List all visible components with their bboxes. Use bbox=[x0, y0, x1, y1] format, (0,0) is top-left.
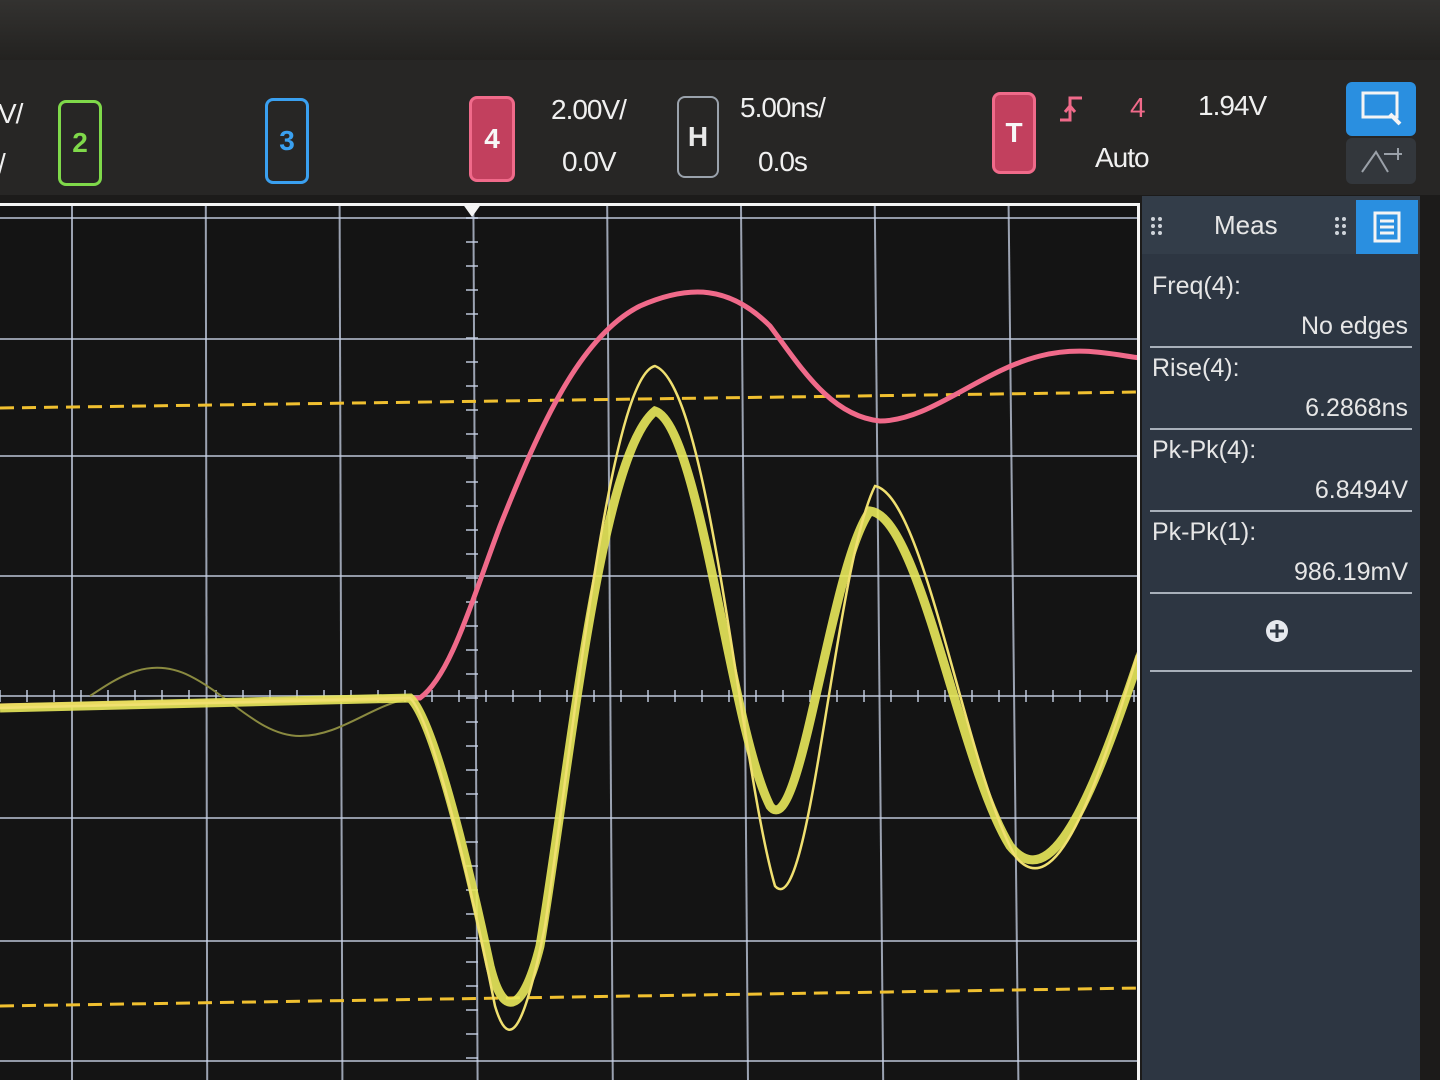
trigger-label: T bbox=[1005, 117, 1023, 148]
horizontal-label: H bbox=[687, 121, 709, 152]
measurement-name-pkpk1: Pk-Pk(1): bbox=[1152, 518, 1257, 546]
measurement-name-rise: Rise(4): bbox=[1152, 354, 1240, 382]
channel-3-button[interactable]: 3 bbox=[265, 98, 309, 184]
cursor-line-lower bbox=[0, 986, 1137, 1008]
measurement-header: Meas bbox=[1142, 196, 1420, 254]
grid-vertical-line bbox=[606, 206, 614, 1080]
measurement-panel: Meas Freq(4): No edges Rise(4): 6.2868ns… bbox=[1142, 196, 1420, 1080]
trigger-mode[interactable]: Auto bbox=[1095, 142, 1150, 174]
horizontal-scale[interactable]: 5.00ns/ bbox=[740, 92, 826, 124]
top-status-bar: V/ / 2 3 4 2.00V/ 0.0V H 5.00ns/ 0.0s T … bbox=[0, 60, 1440, 195]
grid-vertical-line bbox=[204, 206, 209, 1080]
measurement-list-icon bbox=[1373, 211, 1401, 243]
trigger-level[interactable]: 1.94V bbox=[1198, 90, 1267, 122]
trigger-button[interactable]: T bbox=[992, 92, 1036, 174]
measurement-divider bbox=[1150, 428, 1412, 430]
trigger-position-marker[interactable] bbox=[462, 203, 482, 217]
grid-vertical-line bbox=[740, 206, 749, 1080]
trigger-source[interactable]: 4 bbox=[1130, 92, 1146, 124]
measurement-divider bbox=[1150, 592, 1412, 594]
zoom-cursor-icon bbox=[1361, 148, 1402, 173]
drag-handle-icon[interactable] bbox=[1150, 216, 1164, 236]
waveform-display[interactable] bbox=[0, 203, 1140, 1080]
zoom-cursor-button[interactable] bbox=[1346, 138, 1416, 184]
cursor-line-upper bbox=[0, 390, 1137, 410]
grid-vertical-line bbox=[1007, 206, 1020, 1080]
channel-4-label: 4 bbox=[484, 123, 500, 154]
measurement-list-button[interactable] bbox=[1356, 200, 1418, 254]
horizontal-button[interactable]: H bbox=[677, 96, 719, 178]
measurement-name-freq: Freq(4): bbox=[1152, 272, 1241, 300]
measurement-title: Meas bbox=[1214, 210, 1278, 240]
grid-vertical-line bbox=[338, 206, 344, 1080]
measurement-divider bbox=[1150, 510, 1412, 512]
ch1-offset-partial: / bbox=[0, 148, 6, 180]
channel-4-trace bbox=[0, 289, 1137, 709]
channel-4-button[interactable]: 4 bbox=[469, 96, 515, 182]
channel-4-offset[interactable]: 0.0V bbox=[562, 146, 617, 178]
measurement-value-rise: 6.2868ns bbox=[1305, 394, 1408, 422]
measurement-divider bbox=[1150, 670, 1412, 672]
channel-1-trace bbox=[0, 405, 1137, 1007]
rising-edge-icon bbox=[1060, 96, 1082, 122]
measurement-name-pkpk4: Pk-Pk(4): bbox=[1152, 436, 1257, 464]
measurement-divider bbox=[1150, 346, 1412, 348]
channel-4-scale[interactable]: 2.00V/ bbox=[551, 94, 627, 126]
touch-screen-button[interactable] bbox=[1346, 82, 1416, 136]
touch-screen-icon bbox=[1361, 91, 1402, 126]
measurement-value-pkpk1: 986.19mV bbox=[1294, 558, 1408, 586]
drag-handle-icon[interactable] bbox=[1334, 216, 1348, 236]
screen-bezel bbox=[0, 0, 1440, 60]
channel-3-label: 3 bbox=[279, 125, 295, 156]
channel-2-label: 2 bbox=[72, 127, 88, 158]
horizontal-position[interactable]: 0.0s bbox=[758, 146, 808, 178]
measurement-value-freq: No edges bbox=[1300, 312, 1408, 340]
add-measurement-icon[interactable] bbox=[1262, 616, 1292, 646]
measurement-value-pkpk4: 6.8494V bbox=[1314, 476, 1408, 504]
waveform-canvas bbox=[0, 206, 1137, 1080]
ch1-scale-partial: V/ bbox=[0, 98, 23, 129]
grid-vertical-line bbox=[873, 206, 885, 1080]
channel-2-button[interactable]: 2 bbox=[58, 100, 102, 186]
channel-1-envelope-trace bbox=[0, 364, 1137, 1031]
